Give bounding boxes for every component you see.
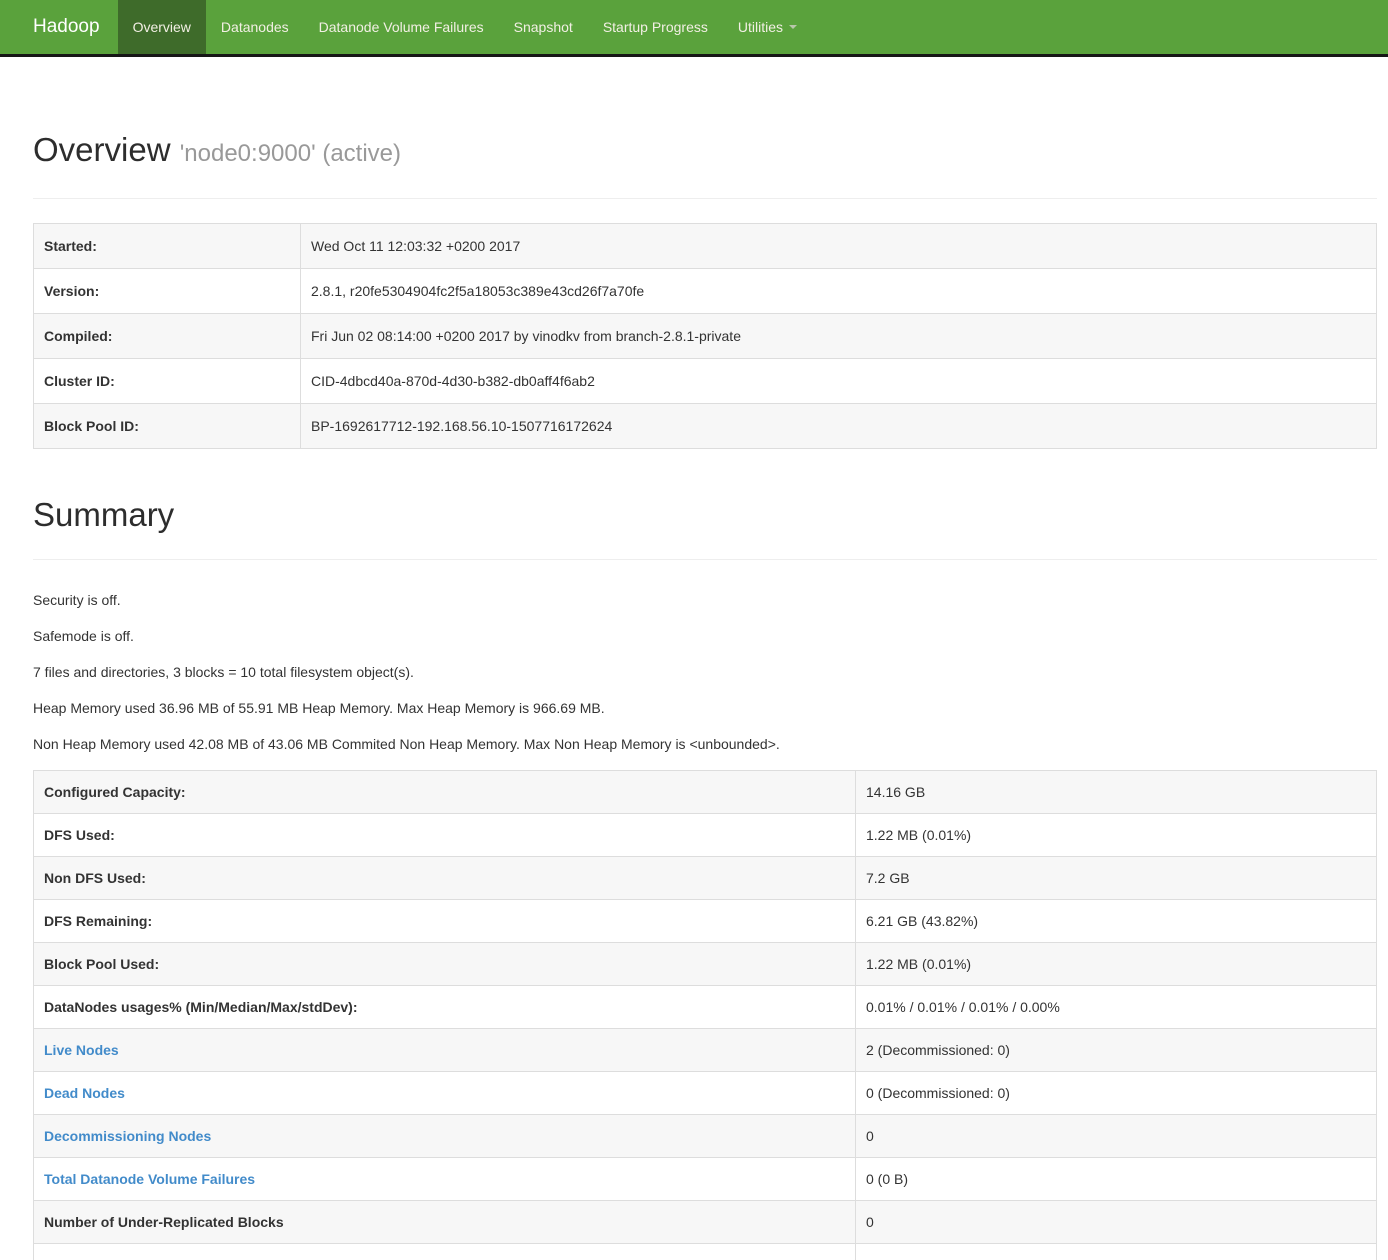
row-label: Block Pool Used:	[34, 943, 856, 986]
nav-item-label: Datanodes	[221, 19, 289, 35]
row-value: 2.8.1, r20fe5304904fc2f5a18053c389e43cd2…	[301, 269, 1377, 314]
summary-table: Configured Capacity:14.16 GBDFS Used:1.2…	[33, 770, 1377, 1260]
summary-note: Heap Memory used 36.96 MB of 55.91 MB He…	[33, 698, 1377, 718]
table-row: Block Pool ID:BP-1692617712-192.168.56.1…	[34, 404, 1377, 449]
row-value: Fri Jun 02 08:14:00 +0200 2017 by vinodk…	[301, 314, 1377, 359]
nav-item-label: Overview	[133, 19, 191, 35]
row-value: 2 (Decommissioned: 0)	[856, 1029, 1377, 1072]
summary-notes: Security is off. Safemode is off. 7 files …	[33, 590, 1377, 754]
summary-note: 7 files and directories, 3 blocks = 10 t…	[33, 662, 1377, 682]
summary-note: Safemode is off.	[33, 626, 1377, 646]
nav-item-label: Startup Progress	[603, 19, 708, 35]
row-value: 0 (0 B)	[856, 1158, 1377, 1201]
table-row: Number of Blocks Pending Deletion0	[34, 1244, 1377, 1260]
table-row: Decommissioning Nodes 0	[34, 1115, 1377, 1158]
row-value: 14.16 GB	[856, 771, 1377, 814]
row-label: Number of Blocks Pending Deletion	[34, 1244, 856, 1260]
overview-table: Started:Wed Oct 11 12:03:32 +0200 2017Ve…	[33, 223, 1377, 449]
row-value: 0	[856, 1115, 1377, 1158]
row-link[interactable]: Total Datanode Volume Failures	[44, 1171, 255, 1187]
nav-item-datanode-volume-failures[interactable]: Datanode Volume Failures	[304, 0, 499, 54]
row-label: Configured Capacity:	[34, 771, 856, 814]
row-value: 1.22 MB (0.01%)	[856, 814, 1377, 857]
summary-page-header: Summary	[33, 495, 1377, 560]
table-row: Version:2.8.1, r20fe5304904fc2f5a18053c3…	[34, 269, 1377, 314]
row-label: Started:	[34, 224, 301, 269]
table-row: Number of Under-Replicated Blocks0	[34, 1201, 1377, 1244]
row-value: 1.22 MB (0.01%)	[856, 943, 1377, 986]
page-title-heading: Overview 'node0:9000' (active)	[33, 130, 1377, 174]
nav-item-startup-progress[interactable]: Startup Progress	[588, 0, 723, 54]
table-row: DFS Remaining:6.21 GB (43.82%)	[34, 900, 1377, 943]
chevron-down-icon	[789, 25, 797, 29]
nav-item-overview[interactable]: Overview	[118, 0, 206, 54]
table-row: Cluster ID:CID-4dbcd40a-870d-4d30-b382-d…	[34, 359, 1377, 404]
summary-note: Security is off.	[33, 590, 1377, 610]
nav-item-datanodes[interactable]: Datanodes	[206, 0, 304, 54]
table-row: DataNodes usages% (Min/Median/Max/stdDev…	[34, 986, 1377, 1029]
table-row: DFS Used:1.22 MB (0.01%)	[34, 814, 1377, 857]
row-label: Block Pool ID:	[34, 404, 301, 449]
table-row: Compiled:Fri Jun 02 08:14:00 +0200 2017 …	[34, 314, 1377, 359]
row-value: Wed Oct 11 12:03:32 +0200 2017	[301, 224, 1377, 269]
row-label: Decommissioning Nodes	[34, 1115, 856, 1158]
overview-page-header: Overview 'node0:9000' (active)	[33, 130, 1377, 199]
table-row: Live Nodes 2 (Decommissioned: 0)	[34, 1029, 1377, 1072]
row-label: Total Datanode Volume Failures	[34, 1158, 856, 1201]
table-row: Started:Wed Oct 11 12:03:32 +0200 2017	[34, 224, 1377, 269]
nav-item-snapshot[interactable]: Snapshot	[499, 0, 588, 54]
main-content: Overview 'node0:9000' (active) Started:W…	[33, 130, 1377, 1260]
navbar-menu: Overview Datanodes Datanode Volume Failure…	[118, 0, 812, 54]
nav-item-label: Utilities	[738, 19, 783, 35]
row-label: Number of Under-Replicated Blocks	[34, 1201, 856, 1244]
page-title: Overview	[33, 131, 171, 168]
row-label: DataNodes usages% (Min/Median/Max/stdDev…	[34, 986, 856, 1029]
nav-item-label: Snapshot	[514, 19, 573, 35]
row-label: DFS Remaining:	[34, 900, 856, 943]
summary-note: Non Heap Memory used 42.08 MB of 43.06 M…	[33, 734, 1377, 754]
row-label: Non DFS Used:	[34, 857, 856, 900]
row-value: 0.01% / 0.01% / 0.01% / 0.00%	[856, 986, 1377, 1029]
row-value: BP-1692617712-192.168.56.10-150771617262…	[301, 404, 1377, 449]
row-value: 6.21 GB (43.82%)	[856, 900, 1377, 943]
row-label: Cluster ID:	[34, 359, 301, 404]
table-row: Configured Capacity:14.16 GB	[34, 771, 1377, 814]
row-value: CID-4dbcd40a-870d-4d30-b382-db0aff4f6ab2	[301, 359, 1377, 404]
row-label: Version:	[34, 269, 301, 314]
table-row: Non DFS Used:7.2 GB	[34, 857, 1377, 900]
row-label: Dead Nodes	[34, 1072, 856, 1115]
navbar: Hadoop Overview Datanodes Datanode Volume …	[0, 0, 1388, 57]
page-subtitle: 'node0:9000' (active)	[180, 140, 401, 167]
row-value: 0	[856, 1201, 1377, 1244]
row-value: 7.2 GB	[856, 857, 1377, 900]
table-row: Total Datanode Volume Failures 0 (0 B)	[34, 1158, 1377, 1201]
row-value: 0 (Decommissioned: 0)	[856, 1072, 1377, 1115]
row-link[interactable]: Dead Nodes	[44, 1085, 125, 1101]
row-label: Compiled:	[34, 314, 301, 359]
row-label: DFS Used:	[34, 814, 856, 857]
table-row: Dead Nodes 0 (Decommissioned: 0)	[34, 1072, 1377, 1115]
nav-item-utilities[interactable]: Utilities	[723, 0, 812, 54]
table-row: Block Pool Used:1.22 MB (0.01%)	[34, 943, 1377, 986]
row-link[interactable]: Live Nodes	[44, 1042, 119, 1058]
nav-item-label: Datanode Volume Failures	[319, 19, 484, 35]
navbar-brand[interactable]: Hadoop	[0, 0, 118, 54]
row-value: 0	[856, 1244, 1377, 1260]
summary-title: Summary	[33, 495, 1377, 535]
row-label: Live Nodes	[34, 1029, 856, 1072]
row-link[interactable]: Decommissioning Nodes	[44, 1128, 211, 1144]
